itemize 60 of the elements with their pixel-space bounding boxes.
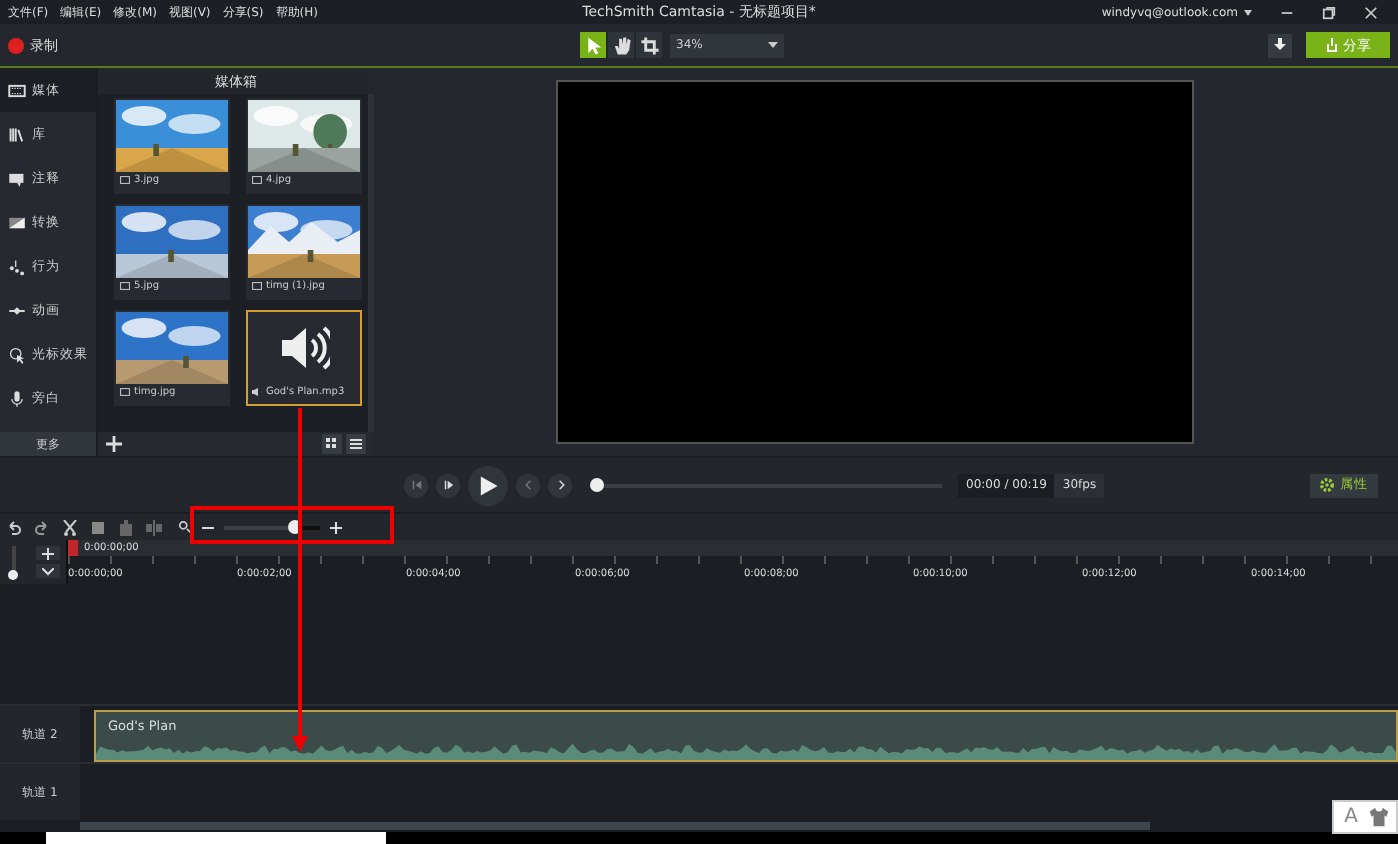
film-icon — [8, 81, 26, 99]
previous-frame-button[interactable] — [404, 473, 428, 497]
image-icon — [252, 176, 262, 184]
chevron-down-icon — [42, 567, 54, 575]
microphone-icon — [8, 389, 26, 407]
shirt-icon[interactable] — [1368, 806, 1390, 828]
split-icon[interactable] — [146, 519, 162, 535]
close-icon[interactable] — [1364, 5, 1378, 19]
dots-icon — [8, 257, 26, 275]
play-icon — [476, 473, 500, 497]
back-button[interactable] — [516, 473, 540, 497]
image-icon — [120, 282, 130, 290]
image-icon — [120, 388, 130, 396]
cursor-icon — [8, 345, 26, 363]
redo-icon[interactable] — [34, 519, 50, 535]
scrubber-handle[interactable] — [590, 477, 604, 491]
grid-view-button[interactable] — [322, 434, 342, 454]
paste-icon[interactable] — [118, 519, 134, 535]
cut-icon[interactable] — [62, 519, 78, 535]
chevron-left-icon — [521, 478, 535, 492]
step-back-icon — [409, 478, 423, 492]
copy-icon[interactable] — [90, 519, 106, 535]
pointer-icon — [583, 35, 603, 55]
crop-icon — [639, 35, 659, 55]
step-forward-icon — [441, 478, 455, 492]
tool-button[interactable] — [636, 32, 662, 58]
download-button[interactable] — [1268, 33, 1292, 57]
list-icon — [350, 438, 362, 450]
add-track-button[interactable] — [36, 546, 60, 560]
next-frame-button[interactable] — [436, 473, 460, 497]
chevron-right-icon — [553, 478, 567, 492]
forward-button[interactable] — [548, 473, 572, 497]
speech-bubble-icon — [8, 169, 26, 187]
share-icon — [1325, 38, 1337, 52]
gear-icon — [1320, 478, 1334, 492]
zoom-icon — [178, 520, 192, 534]
add-icon[interactable] — [106, 436, 122, 452]
grid-icon — [326, 438, 338, 450]
track-height-handle[interactable] — [8, 570, 18, 580]
tool-button[interactable] — [608, 32, 634, 58]
speaker-icon — [278, 322, 330, 374]
scrollbar[interactable] — [80, 822, 1150, 830]
image-icon — [252, 282, 262, 290]
collapse-button[interactable] — [36, 564, 60, 578]
hand-icon — [611, 35, 631, 55]
download-icon — [1274, 38, 1286, 52]
restore-icon[interactable] — [1322, 5, 1336, 19]
caret-icon — [768, 41, 778, 49]
speaker-icon — [252, 388, 262, 396]
zoom-in-icon[interactable] — [330, 521, 342, 533]
caret-icon[interactable] — [1244, 9, 1252, 15]
zoom-out-icon[interactable] — [202, 521, 214, 533]
play-button[interactable] — [468, 465, 508, 505]
list-view-button[interactable] — [346, 434, 366, 454]
text-button[interactable]: A — [1340, 806, 1362, 828]
undo-icon[interactable] — [6, 519, 22, 535]
books-icon — [8, 125, 26, 143]
plus-icon — [42, 547, 54, 559]
transition-icon — [8, 213, 26, 231]
image-icon — [120, 176, 130, 184]
